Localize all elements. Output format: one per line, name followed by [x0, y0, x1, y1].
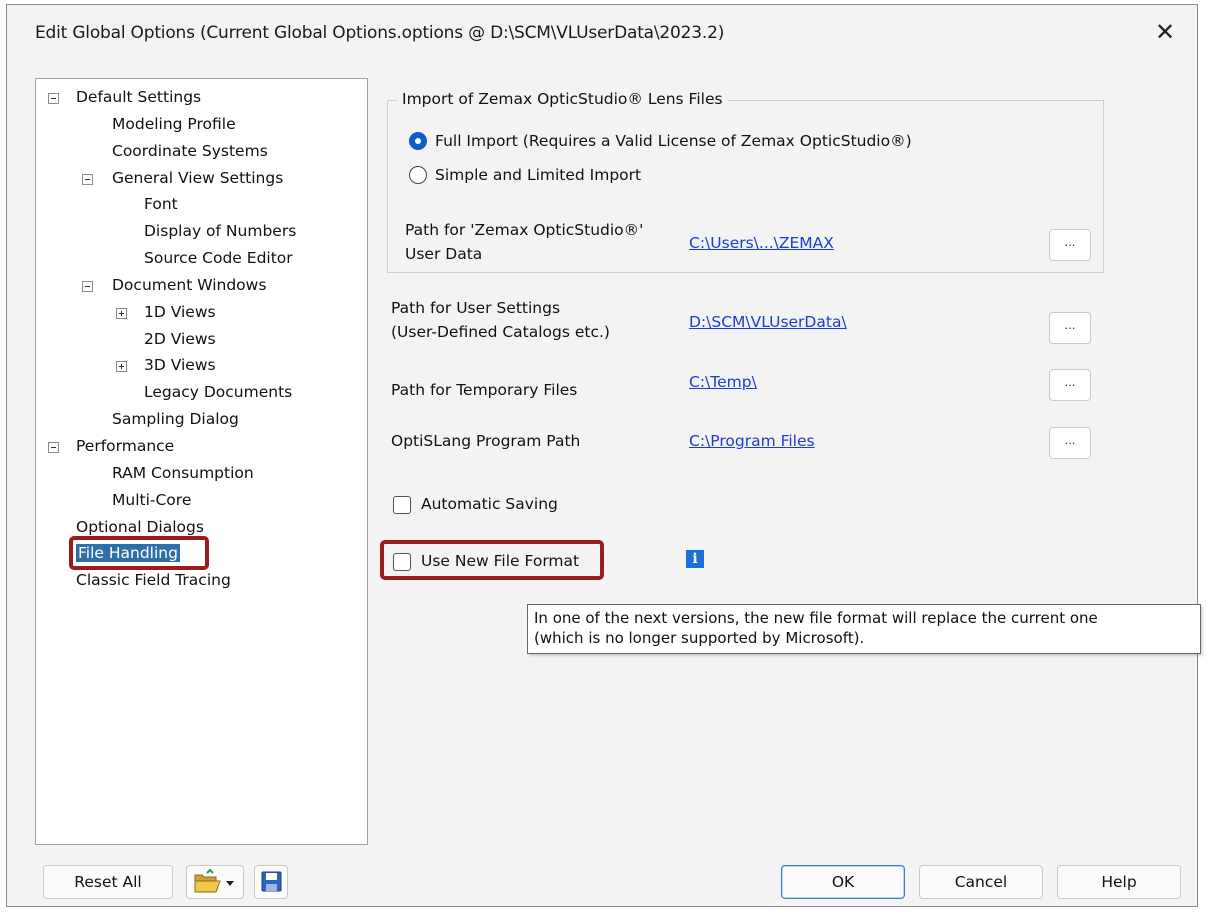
save-button[interactable] — [254, 865, 288, 899]
zemax-path-label-2: User Data — [405, 245, 483, 263]
tree-item-default-settings[interactable]: Default Settings — [76, 85, 201, 109]
browse-temp-button[interactable]: ... — [1049, 369, 1091, 401]
reset-all-button[interactable]: Reset All — [43, 865, 173, 899]
collapse-icon[interactable] — [82, 174, 93, 185]
expand-icon[interactable] — [116, 361, 127, 372]
user-settings-label: Path for User Settings — [391, 299, 561, 317]
group-legend: Import of Zemax OpticStudio® Lens Files — [397, 90, 728, 108]
browse-zemax-button[interactable]: ... — [1049, 229, 1091, 261]
temp-files-label: Path for Temporary Files — [391, 381, 578, 399]
file-format-tooltip: In one of the next versions, the new fil… — [527, 604, 1201, 654]
temp-path-link[interactable]: C:\Temp\ — [689, 373, 757, 391]
optislang-path-link[interactable]: C:\Program Files — [689, 432, 815, 450]
tree-item-file-handling[interactable]: File Handling — [76, 541, 180, 565]
simple-import-label[interactable]: Simple and Limited Import — [435, 164, 641, 186]
title-bar: Edit Global Options (Current Global Opti… — [7, 5, 1197, 61]
optislang-label: OptiSLang Program Path — [391, 432, 581, 450]
automatic-saving-checkbox[interactable] — [393, 496, 411, 514]
tooltip-line: (which is no longer supported by Microso… — [534, 629, 865, 647]
use-new-file-format-checkbox[interactable] — [393, 553, 411, 571]
collapse-icon[interactable] — [48, 442, 59, 453]
tree-item-ram-consumption[interactable]: RAM Consumption — [112, 461, 254, 485]
tree-item-performance[interactable]: Performance — [76, 434, 174, 458]
tree-item-multi-core[interactable]: Multi-Core — [112, 488, 191, 512]
collapse-icon[interactable] — [48, 93, 59, 104]
use-new-file-format-label[interactable]: Use New File Format — [421, 550, 579, 572]
tree-item-modeling-profile[interactable]: Modeling Profile — [112, 112, 236, 136]
automatic-saving-label[interactable]: Automatic Saving — [421, 493, 558, 515]
tree-item-classic-field-tracing[interactable]: Classic Field Tracing — [76, 568, 231, 592]
tree-item-source-code-editor[interactable]: Source Code Editor — [144, 246, 293, 270]
browse-optislang-button[interactable]: ... — [1049, 427, 1091, 459]
tree-item-display-of-numbers[interactable]: Display of Numbers — [144, 219, 296, 243]
help-button[interactable]: Help — [1057, 865, 1181, 899]
open-folder-icon — [194, 868, 234, 893]
full-import-label[interactable]: Full Import (Requires a Valid License of… — [435, 130, 912, 152]
tree-item-general-view-settings[interactable]: General View Settings — [112, 166, 283, 190]
ok-button[interactable]: OK — [781, 865, 905, 899]
tree-item-document-windows[interactable]: Document Windows — [112, 273, 266, 297]
full-import-radio[interactable] — [409, 132, 427, 150]
tree-item-label: File Handling — [76, 544, 180, 562]
tree-item-font[interactable]: Font — [144, 192, 178, 216]
open-folder-button[interactable] — [186, 865, 244, 899]
zemax-path-label: Path for 'Zemax OpticStudio®' — [405, 221, 644, 239]
close-icon[interactable]: ✕ — [1147, 15, 1183, 51]
tree-item-optional-dialogs[interactable]: Optional Dialogs — [76, 515, 204, 539]
cancel-button[interactable]: Cancel — [919, 865, 1043, 899]
options-tree[interactable]: Default Settings Modeling Profile Coordi… — [35, 78, 368, 845]
tree-item-legacy-documents[interactable]: Legacy Documents — [144, 380, 292, 404]
simple-import-radio[interactable] — [409, 166, 427, 184]
tree-item-2d-views[interactable]: 2D Views — [144, 327, 216, 351]
tooltip-line: In one of the next versions, the new fil… — [534, 609, 1098, 627]
zemax-path-link[interactable]: C:\Users\...\ZEMAX — [689, 234, 834, 252]
save-icon — [261, 871, 282, 892]
window-title: Edit Global Options (Current Global Opti… — [35, 23, 725, 43]
tree-item-3d-views[interactable]: 3D Views — [144, 353, 216, 377]
tree-item-sampling-dialog[interactable]: Sampling Dialog — [112, 407, 239, 431]
user-settings-label-2: (User-Defined Catalogs etc.) — [391, 323, 610, 341]
tree-item-1d-views[interactable]: 1D Views — [144, 300, 216, 324]
collapse-icon[interactable] — [82, 281, 93, 292]
browse-user-settings-button[interactable]: ... — [1049, 312, 1091, 344]
tree-item-coordinate-systems[interactable]: Coordinate Systems — [112, 139, 268, 163]
expand-icon[interactable] — [116, 308, 127, 319]
info-icon[interactable]: i — [686, 550, 704, 568]
user-settings-path-link[interactable]: D:\SCM\VLUserData\ — [689, 313, 847, 331]
